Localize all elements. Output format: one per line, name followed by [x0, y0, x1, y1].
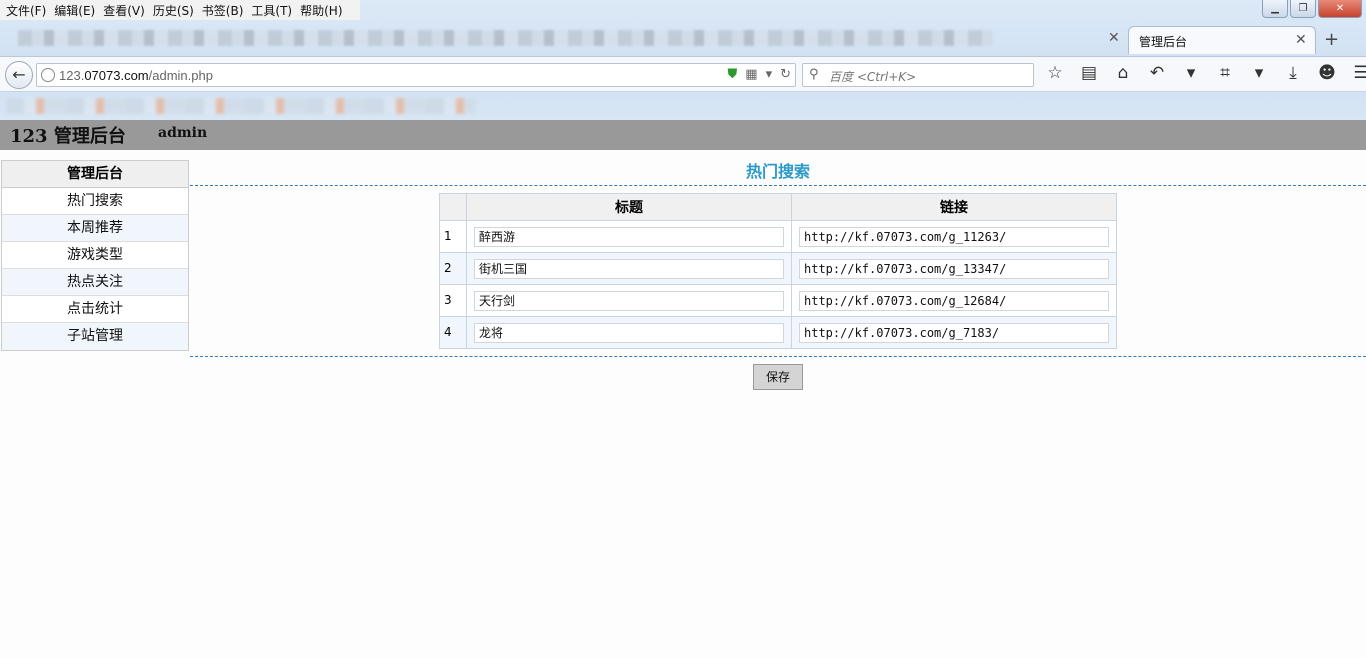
chevron-down-icon[interactable]: ▾ [1180, 63, 1202, 83]
chevron-down-icon[interactable]: ▾ [1248, 63, 1270, 83]
title-input[interactable]: 街机三国 [474, 258, 784, 279]
smiley-icon[interactable]: ☻ [1316, 63, 1338, 83]
current-user: admin [158, 125, 208, 141]
dropdown-icon[interactable]: ▾ [766, 67, 773, 82]
link-input[interactable]: http://kf.07073.com/g_12684/ [799, 290, 1109, 311]
menu-view[interactable]: 查看(V) [101, 2, 151, 19]
tab-strip: ✕ 管理后台 ✕ + [0, 24, 1366, 54]
star-icon[interactable]: ☆ [1044, 63, 1066, 83]
reload-icon[interactable]: ↻ [780, 67, 791, 82]
menu-help[interactable]: 帮助(H) [298, 2, 348, 19]
url-bar[interactable]: 123.07073.com/admin.php ⛊ ▦ ▾ ↻ [36, 63, 796, 87]
sidebar-item-hot-topics[interactable]: 热点关注 [2, 269, 188, 296]
url-text: 123.07073.com/admin.php [59, 68, 213, 83]
sidebar-item-hot-search[interactable]: 热门搜索 [2, 188, 188, 215]
close-window-icon[interactable]: ✕ [1318, 0, 1362, 18]
title-input[interactable]: 醉西游 [474, 226, 784, 247]
site-title: 123 管理后台 [10, 126, 126, 147]
table-row: 1 醉西游 http://kf.07073.com/g_11263/ [439, 220, 1117, 253]
link-input[interactable]: http://kf.07073.com/g_11263/ [799, 226, 1109, 247]
sidebar-item-game-types[interactable]: 游戏类型 [2, 242, 188, 269]
search-icon: ⚲ [809, 67, 819, 82]
sidebar: 管理后台 热门搜索 本周推荐 游戏类型 热点关注 点击统计 子站管理 [1, 160, 189, 351]
search-input[interactable]: ⚲ 百度 <Ctrl+K> [802, 63, 1034, 87]
crop-icon[interactable]: ⌗ [1214, 63, 1236, 83]
minimize-icon[interactable]: ▁ [1262, 0, 1288, 18]
menu-history[interactable]: 历史(S) [151, 2, 200, 19]
download-icon[interactable]: ⤓ [1282, 63, 1304, 83]
sidebar-item-click-stats[interactable]: 点击统计 [2, 296, 188, 323]
sidebar-item-substations[interactable]: 子站管理 [2, 323, 188, 350]
menu-edit[interactable]: 编辑(E) [52, 2, 101, 19]
menu-bar: 文件(F) 编辑(E) 查看(V) 历史(S) 书签(B) 工具(T) 帮助(H… [0, 0, 360, 20]
divider [190, 356, 1366, 357]
globe-icon [41, 68, 55, 82]
new-tab-icon[interactable]: + [1324, 29, 1339, 50]
nav-bar: ← 123.07073.com/admin.php ⛊ ▦ ▾ ↻ ⚲ 百度 <… [0, 56, 1366, 92]
column-header-link: 链接 [791, 193, 1117, 221]
column-header-title: 标题 [466, 193, 792, 221]
close-tab-icon[interactable]: ✕ [1108, 30, 1120, 46]
menu-file[interactable]: 文件(F) [4, 2, 52, 19]
home-icon[interactable]: ⌂ [1112, 63, 1134, 83]
blurred-bookmarks [6, 98, 476, 114]
close-tab-icon[interactable]: ✕ [1295, 32, 1307, 48]
row-number: 1 [439, 220, 467, 253]
row-number: 2 [439, 252, 467, 285]
row-number: 3 [439, 284, 467, 317]
maximize-icon[interactable]: ❐ [1290, 0, 1316, 18]
back-arrow-icon[interactable]: ← [5, 61, 33, 89]
blurred-tabs [18, 30, 993, 46]
tab-title: 管理后台 [1139, 35, 1188, 49]
sidebar-heading: 管理后台 [2, 161, 188, 188]
window-controls: ▁ ❐ ✕ [1262, 0, 1362, 18]
table-row: 2 街机三国 http://kf.07073.com/g_13347/ [439, 252, 1117, 285]
reading-list-icon[interactable]: ▤ [1078, 63, 1100, 83]
divider [190, 185, 1366, 186]
main-content: 热门搜索 标题 链接 1 醉西游 http://kf.07073.com/g_1… [190, 150, 1366, 658]
tab-admin[interactable]: 管理后台 ✕ [1128, 26, 1316, 54]
table-row: 3 天行剑 http://kf.07073.com/g_12684/ [439, 284, 1117, 317]
title-input[interactable]: 天行剑 [474, 290, 784, 311]
bookmarks-bar [0, 94, 1366, 120]
row-number: 4 [439, 316, 467, 349]
undo-icon[interactable]: ↶ [1146, 63, 1168, 83]
shield-icon[interactable]: ⛊ [728, 67, 738, 82]
qr-icon[interactable]: ▦ [745, 67, 757, 82]
menu-bookmarks[interactable]: 书签(B) [200, 2, 250, 19]
link-input[interactable]: http://kf.07073.com/g_7183/ [799, 322, 1109, 343]
table-row: 4 龙将 http://kf.07073.com/g_7183/ [439, 316, 1117, 349]
hot-search-table: 标题 链接 1 醉西游 http://kf.07073.com/g_11263/… [439, 193, 1117, 349]
toolbar: ☆ ▤ ⌂ ↶ ▾ ⌗ ▾ ⤓ ☻ ☰ [1044, 63, 1366, 83]
title-input[interactable]: 龙将 [474, 322, 784, 343]
search-placeholder: 百度 <Ctrl+K> [829, 70, 917, 84]
site-header: 123 管理后台 admin [0, 120, 1366, 150]
sidebar-item-weekly-picks[interactable]: 本周推荐 [2, 215, 188, 242]
menu-icon[interactable]: ☰ [1350, 63, 1366, 83]
browser-chrome: 文件(F) 编辑(E) 查看(V) 历史(S) 书签(B) 工具(T) 帮助(H… [0, 0, 1366, 120]
menu-tools[interactable]: 工具(T) [249, 2, 298, 19]
admin-page: 123 管理后台 admin 管理后台 热门搜索 本周推荐 游戏类型 热点关注 … [0, 120, 1366, 658]
save-button[interactable]: 保存 [753, 364, 803, 390]
link-input[interactable]: http://kf.07073.com/g_13347/ [799, 258, 1109, 279]
column-header-index [439, 193, 467, 221]
section-title: 热门搜索 [745, 162, 810, 181]
